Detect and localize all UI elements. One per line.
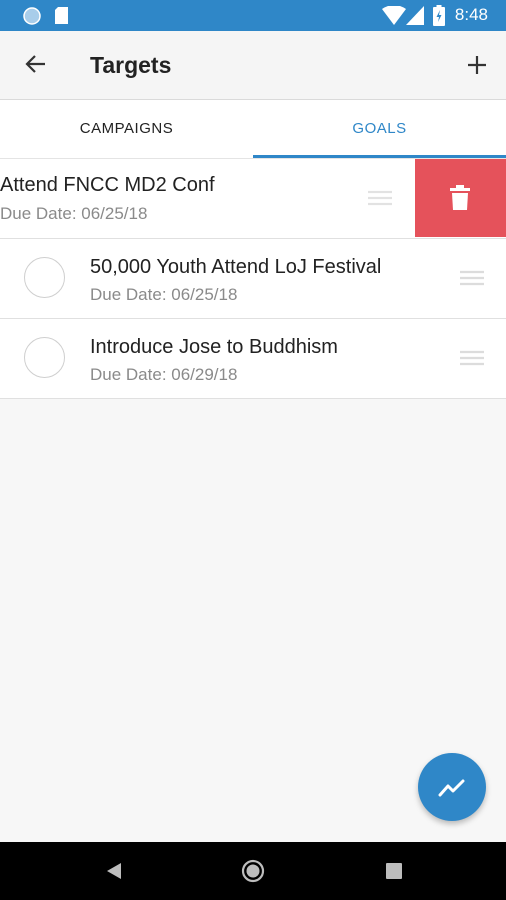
wifi-icon (382, 6, 406, 25)
active-tab-indicator (253, 155, 506, 158)
drag-handle-icon[interactable] (460, 350, 484, 366)
trending-up-icon (438, 779, 465, 797)
delete-button[interactable] (415, 159, 506, 237)
add-icon[interactable] (467, 55, 487, 75)
trash-icon (450, 185, 470, 210)
tab-bar: CAMPAIGNS GOALS (0, 100, 506, 159)
status-bar: 8:48 (0, 0, 506, 31)
stats-fab-button[interactable] (418, 753, 486, 821)
goal-due-date: Due Date: 06/29/18 (90, 365, 238, 384)
goal-due-date: Due Date: 06/25/18 (90, 285, 238, 304)
goal-due-date: Due Date: 06/25/18 (0, 204, 148, 223)
tab-campaigns[interactable]: CAMPAIGNS (0, 100, 253, 158)
battery-icon (433, 5, 445, 26)
page-title: Targets (90, 52, 172, 78)
nav-back-icon[interactable] (105, 862, 123, 880)
drag-handle-icon[interactable] (368, 190, 392, 206)
notification-dot-icon (23, 7, 41, 25)
goals-list: Attend FNCC MD2 Conf Due Date: 06/25/18 … (0, 159, 506, 399)
goal-title: 50,000 Youth Attend LoJ Festival (90, 256, 382, 278)
nav-home-icon[interactable] (241, 859, 265, 883)
list-item[interactable]: 50,000 Youth Attend LoJ Festival Due Dat… (0, 239, 506, 319)
list-item[interactable]: Introduce Jose to Buddhism Due Date: 06/… (0, 319, 506, 399)
goal-complete-checkbox[interactable] (24, 257, 65, 298)
back-arrow-icon[interactable] (24, 53, 46, 75)
status-time: 8:48 (454, 5, 488, 24)
signal-icon (406, 6, 424, 25)
drag-handle-icon[interactable] (460, 270, 484, 286)
goal-complete-checkbox[interactable] (24, 337, 65, 378)
sd-card-icon (55, 7, 68, 24)
list-item[interactable]: Attend FNCC MD2 Conf Due Date: 06/25/18 (0, 159, 506, 239)
tab-goals[interactable]: GOALS (253, 100, 506, 158)
system-nav-bar (0, 842, 506, 900)
app-bar: Targets (0, 31, 506, 100)
nav-recents-icon[interactable] (386, 863, 402, 879)
goal-title: Attend FNCC MD2 Conf (0, 174, 215, 196)
goal-title: Introduce Jose to Buddhism (90, 336, 338, 358)
